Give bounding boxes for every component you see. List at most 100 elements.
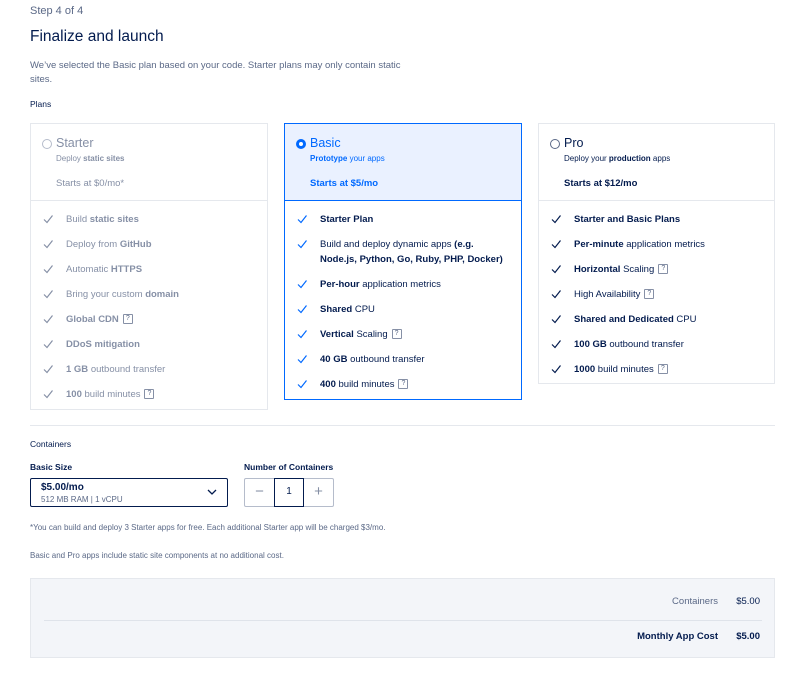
- feature-bold: Horizontal: [574, 264, 621, 275]
- check-icon: [43, 215, 53, 224]
- basic-size-label: Basic Size: [30, 462, 73, 472]
- feature-item: Global CDN?: [43, 312, 255, 327]
- feature-post: CPU: [673, 314, 697, 325]
- check-icon: [43, 315, 53, 324]
- radio-button[interactable]: [42, 139, 52, 149]
- help-icon[interactable]: ?: [398, 379, 409, 390]
- check-icon: [297, 380, 307, 389]
- help-icon[interactable]: ?: [122, 314, 133, 325]
- feature-item: Per-hour application metrics: [297, 277, 509, 292]
- decrement-button[interactable]: −: [245, 479, 274, 506]
- help-icon[interactable]: ?: [658, 264, 669, 275]
- feature-item: High Availability?: [551, 287, 762, 302]
- starter-note: *You can build and deploy 3 Starter apps…: [30, 523, 386, 532]
- feature-bold: static sites: [89, 214, 139, 225]
- help-icon[interactable]: ?: [144, 389, 155, 400]
- feature-bold: 1000: [574, 364, 596, 375]
- step-indicator: Step 4 of 4: [30, 5, 84, 17]
- section-divider: [30, 425, 775, 426]
- plan-subtitle: Deploy static sites: [56, 154, 125, 163]
- check-icon: [43, 290, 53, 299]
- help-icon[interactable]: ?: [644, 289, 655, 300]
- feature-post: Scaling: [353, 329, 388, 340]
- plan-name: Starter: [56, 136, 94, 150]
- feature-pre: Deploy from: [66, 239, 120, 250]
- increment-button[interactable]: +: [304, 479, 333, 506]
- feature-bold: DDoS mitigation: [66, 339, 140, 350]
- page-title: Finalize and launch: [30, 28, 164, 45]
- plan-subtitle: Prototype your apps: [310, 154, 385, 163]
- plan-name: Basic: [310, 136, 341, 150]
- feature-bold: Per-minute: [574, 239, 624, 250]
- radio-button[interactable]: [550, 139, 560, 149]
- plan-header: Basic Prototype your apps Starts at $5/m…: [285, 124, 521, 201]
- feature-item: Deploy from GitHub: [43, 237, 255, 252]
- check-icon: [297, 355, 307, 364]
- check-icon: [551, 290, 561, 299]
- feature-item: 400 build minutes?: [297, 377, 509, 392]
- feature-list: Build static sites Deploy from GitHub Auto…: [31, 201, 267, 402]
- feature-item: Build and deploy dynamic apps (e.g. Node…: [297, 237, 509, 267]
- feature-post: outbound transfer: [88, 364, 166, 375]
- page-description: We’ve selected the Basic plan based on y…: [30, 60, 401, 85]
- feature-post: application metrics: [359, 279, 441, 290]
- plan-card-basic[interactable]: Basic Prototype your apps Starts at $5/m…: [284, 123, 522, 400]
- feature-item: 1000 build minutes?: [551, 362, 762, 377]
- feature-list: Starter Plan Build and deploy dynamic app…: [285, 201, 521, 392]
- plan-header: Pro Deploy your production apps Starts a…: [539, 124, 774, 201]
- feature-post: CPU: [352, 304, 375, 315]
- feature-pre: High Availability: [574, 289, 641, 300]
- plans-label: Plans: [30, 99, 52, 109]
- check-icon: [551, 340, 561, 349]
- feature-bold: Starter Plan: [320, 214, 374, 225]
- plan-header: Starter Deploy static sites Starts at $0…: [31, 124, 267, 201]
- feature-bold: 400: [320, 379, 336, 390]
- feature-item: 1 GB outbound transfer: [43, 362, 255, 377]
- basic-size-select[interactable]: $5.00/mo 512 MB RAM | 1 vCPU: [30, 478, 228, 507]
- plan-price: Starts at $5/mo: [310, 178, 379, 189]
- radio-button[interactable]: [296, 139, 306, 149]
- feature-bold: 1 GB: [66, 364, 89, 375]
- feature-pre: Automatic: [66, 264, 111, 275]
- summary-containers-value: $5.00: [736, 596, 760, 607]
- check-icon: [43, 365, 53, 374]
- feature-bold: 100: [66, 389, 82, 400]
- plan-card-starter[interactable]: Starter Deploy static sites Starts at $0…: [30, 123, 268, 410]
- feature-item: DDoS mitigation: [43, 337, 255, 352]
- feature-item: Per-minute application metrics: [551, 237, 762, 252]
- feature-bold: Starter and Basic Plans: [574, 214, 681, 225]
- check-icon: [297, 215, 307, 224]
- plan-subtitle: Deploy your production apps: [564, 154, 671, 163]
- check-icon: [551, 265, 561, 274]
- feature-item: 40 GB outbound transfer: [297, 352, 509, 367]
- feature-post: Scaling: [620, 264, 655, 275]
- feature-bold: 40 GB: [320, 354, 348, 365]
- check-icon: [43, 340, 53, 349]
- feature-post: build minutes: [81, 389, 141, 400]
- feature-pre: Build and deploy dynamic apps: [320, 239, 455, 250]
- plan-name: Pro: [564, 136, 584, 150]
- quantity-input[interactable]: 1: [274, 478, 304, 507]
- quantity-stepper[interactable]: − 1 +: [244, 478, 334, 507]
- check-icon: [297, 280, 307, 289]
- plan-card-pro[interactable]: Pro Deploy your production apps Starts a…: [538, 123, 775, 384]
- feature-item: Shared CPU: [297, 302, 509, 317]
- feature-item: 100 GB outbound transfer: [551, 337, 762, 352]
- feature-item: 100 build minutes?: [43, 387, 255, 402]
- check-icon: [551, 315, 561, 324]
- summary-divider: [44, 620, 762, 621]
- plan-price: Starts at $12/mo: [564, 178, 638, 189]
- feature-bold: Vertical: [320, 329, 354, 340]
- feature-item: Bring your custom domain: [43, 287, 255, 302]
- check-icon: [297, 305, 307, 314]
- feature-item: Shared and Dedicated CPU: [551, 312, 762, 327]
- cost-summary: Containers $5.00 Monthly App Cost $5.00: [30, 578, 775, 658]
- help-icon[interactable]: ?: [657, 364, 668, 375]
- plan-price: Starts at $0/mo*: [56, 178, 125, 189]
- check-icon: [43, 240, 53, 249]
- feature-pre: Bring your custom: [66, 289, 146, 300]
- select-price: $5.00/mo: [41, 482, 84, 493]
- help-icon[interactable]: ?: [391, 329, 402, 340]
- check-icon: [297, 240, 307, 249]
- summary-containers-label: Containers: [672, 596, 718, 607]
